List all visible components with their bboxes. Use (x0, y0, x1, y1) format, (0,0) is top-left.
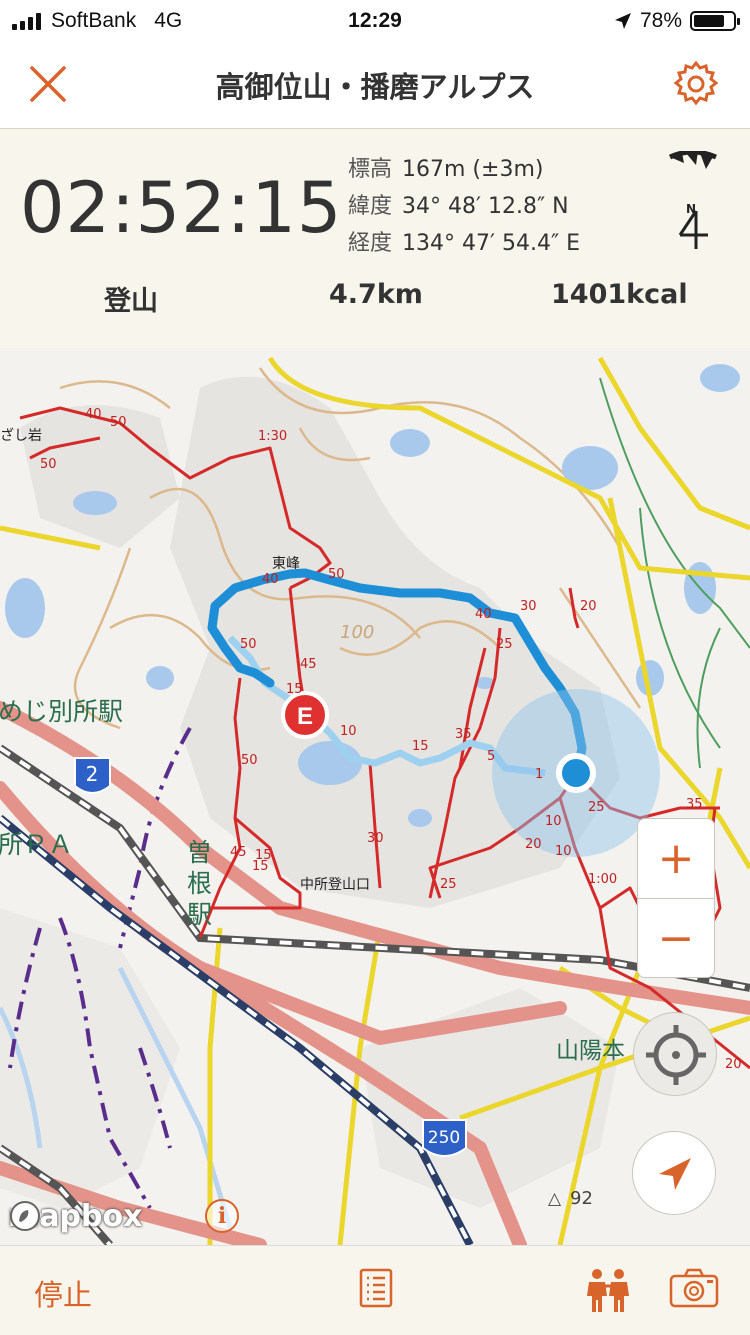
location-arrow-icon (614, 13, 631, 29)
svg-text:15: 15 (412, 739, 429, 754)
route-250-label: 250 (428, 1128, 460, 1148)
svg-text:30: 30 (367, 831, 384, 846)
mapbox-logo[interactable]: mapbox (8, 1199, 142, 1234)
position-readout: 標高 167m (±3m) 緯度 34° 48′ 12.8″ N 経度 134° 47… (348, 151, 580, 262)
svg-text:45: 45 (300, 657, 317, 672)
tab-bar: 停止 (0, 1245, 750, 1335)
end-marker[interactable]: E (281, 691, 329, 739)
gear-icon[interactable] (672, 60, 720, 108)
list-icon[interactable] (359, 1268, 393, 1308)
elapsed-time: 02:52:15 (20, 167, 343, 249)
svg-text:20: 20 (580, 599, 597, 614)
svg-text:10: 10 (555, 844, 572, 859)
svg-text:1:30: 1:30 (258, 429, 287, 444)
svg-text:駅: 駅 (187, 900, 212, 929)
crosshair-icon (646, 1025, 706, 1085)
svg-text:20: 20 (525, 837, 542, 852)
svg-text:25: 25 (588, 800, 605, 815)
navigate-button[interactable] (632, 1131, 716, 1215)
svg-text:1:00: 1:00 (588, 872, 617, 887)
zoom-out-button[interactable]: − (638, 899, 714, 978)
map-canvas[interactable]: E 2 250 めじ別所駅 所ＰＡ 山陽本 東峰 中所登山口 ざし岩 100 △… (0, 348, 750, 1245)
tracking-info-panel: 02:52:15 標高 167m (±3m) 緯度 34° 48′ 12.8″ N … (0, 129, 750, 348)
svg-text:根: 根 (187, 869, 212, 898)
zoom-control: + − (637, 818, 715, 978)
latitude-label: 緯度 (348, 194, 393, 219)
svg-text:50: 50 (241, 753, 258, 768)
svg-text:35: 35 (686, 797, 703, 812)
mapbox-icon (10, 1201, 40, 1231)
svg-text:15: 15 (255, 848, 272, 863)
svg-text:10: 10 (545, 814, 562, 829)
route-2-shield: 2 (74, 757, 111, 794)
station-label: めじ別所駅 (0, 697, 123, 726)
svg-text:50: 50 (110, 415, 127, 430)
route-2-label: 2 (86, 762, 99, 786)
altitude-value: 167m (±3m) (402, 157, 544, 182)
svg-text:10: 10 (340, 724, 357, 739)
altitude-label: 標高 (348, 157, 393, 182)
track-location-button[interactable] (633, 1012, 717, 1096)
status-bar: SoftBank 4G 12:29 78% (0, 0, 750, 42)
svg-text:15: 15 (286, 682, 303, 697)
svg-text:25: 25 (496, 637, 513, 652)
svg-text:20: 20 (725, 1057, 742, 1072)
svg-text:40: 40 (475, 607, 492, 622)
sanyo-label: 山陽本 (556, 1038, 625, 1064)
pa-label: 所ＰＡ (0, 830, 73, 859)
current-location-dot (556, 753, 596, 793)
longitude-label: 経度 (348, 231, 393, 256)
rock-label: ざし岩 (0, 427, 42, 444)
contour-elevation: 100 (340, 622, 374, 643)
map-view[interactable]: E 2 250 めじ別所駅 所ＰＡ 山陽本 東峰 中所登山口 ざし岩 100 △… (0, 348, 750, 1245)
svg-text:5: 5 (487, 749, 495, 764)
longitude-value: 134° 47′ 54.4″ E (402, 231, 581, 256)
svg-text:40: 40 (85, 407, 102, 422)
navigation-bar: 高御位山・播磨アルプス (0, 42, 750, 129)
attribution-info-button[interactable]: i (205, 1199, 239, 1233)
svg-text:50: 50 (40, 457, 57, 472)
battery-icon (690, 11, 740, 31)
zoom-in-button[interactable]: + (638, 819, 714, 899)
navigation-arrow-icon (659, 1158, 691, 1190)
svg-text:50: 50 (240, 637, 257, 652)
activity-mode: 登山 (104, 286, 158, 317)
svg-text:50: 50 (328, 567, 345, 582)
svg-text:40: 40 (262, 572, 279, 587)
svg-text:25: 25 (440, 877, 457, 892)
stop-button[interactable]: 停止 (34, 1272, 92, 1314)
calories-value: 1401kcal (551, 279, 688, 310)
end-marker-label: E (297, 703, 313, 730)
page-title: 高御位山・播磨アルプス (215, 70, 535, 104)
east-peak-label: 東峰 (272, 556, 300, 572)
svg-text:1: 1 (535, 767, 543, 782)
latitude-value: 34° 48′ 12.8″ N (402, 194, 569, 219)
route-250-shield: 250 (422, 1119, 467, 1157)
battery-percent: 78% (639, 9, 682, 32)
camera-icon[interactable] (669, 1268, 719, 1308)
stats-row: 登山 4.7km 1401kcal (0, 279, 750, 319)
sone-station-label: 曽 根 駅 (187, 838, 212, 929)
svg-text:45: 45 (230, 845, 247, 860)
distance-value: 4.7km (329, 279, 423, 310)
svg-text:35: 35 (455, 727, 472, 742)
compass-icon[interactable]: N (668, 151, 720, 251)
companions-icon[interactable] (584, 1268, 632, 1312)
svg-text:曽: 曽 (187, 838, 212, 867)
svg-text:30: 30 (520, 599, 537, 614)
trailhead-label: 中所登山口 (300, 877, 370, 893)
summit-elevation: 92 (570, 1188, 593, 1209)
summit-triangle: △ (548, 1189, 562, 1209)
